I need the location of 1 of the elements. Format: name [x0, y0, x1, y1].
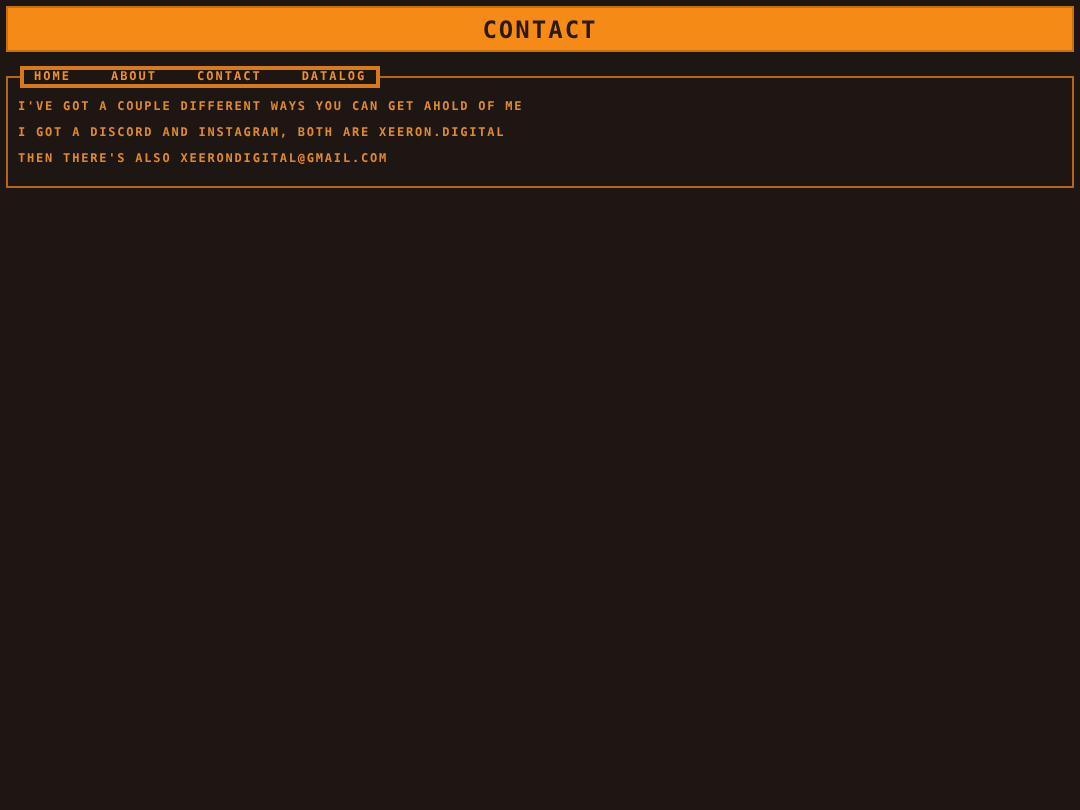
page-title: CONTACT: [482, 15, 598, 43]
